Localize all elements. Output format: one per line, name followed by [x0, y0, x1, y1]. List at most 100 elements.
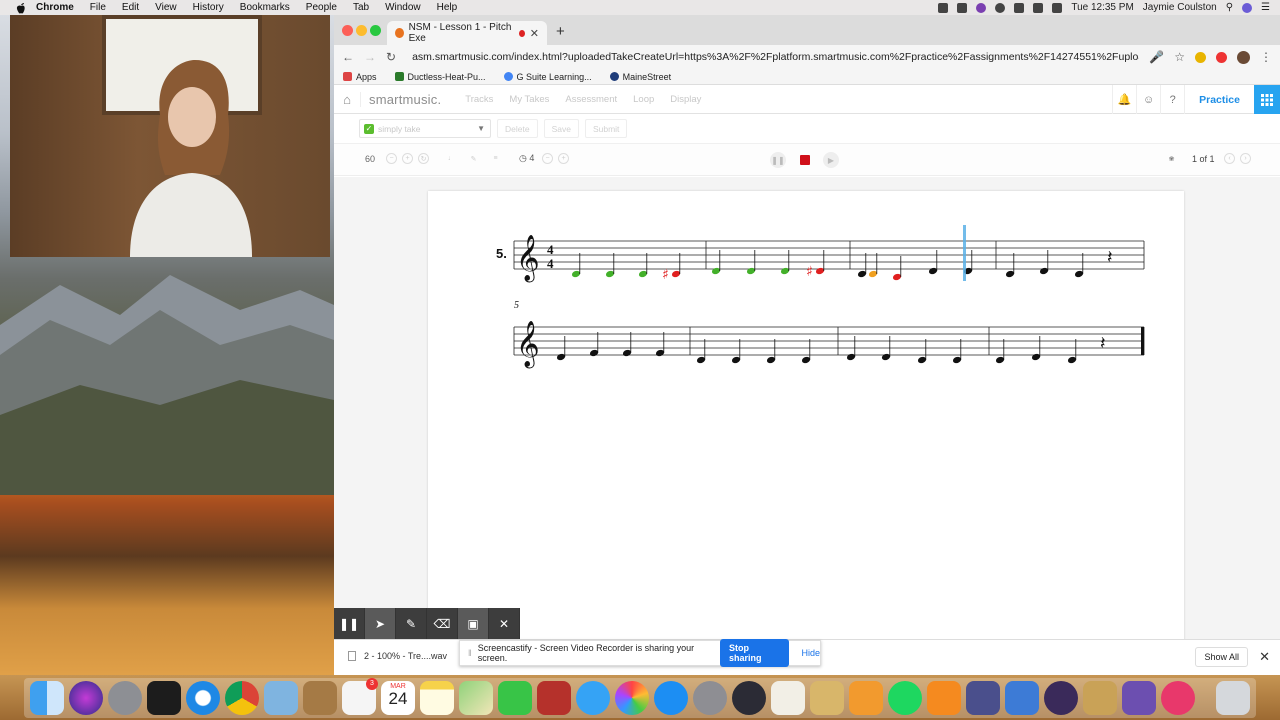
bookmark-gsuite[interactable]: G Suite Learning...: [503, 72, 592, 82]
home-icon[interactable]: ⌂: [334, 92, 360, 107]
bookmark-ductless[interactable]: Ductless-Heat-Pu...: [394, 72, 486, 82]
close-toolbar-icon[interactable]: ✕: [489, 608, 520, 639]
delete-button[interactable]: Delete: [497, 119, 538, 138]
count-increase-icon[interactable]: +: [558, 153, 569, 164]
launchpad-icon[interactable]: [108, 680, 142, 715]
ear-icon[interactable]: ❀: [1166, 153, 1177, 164]
maximize-window-icon[interactable]: [370, 25, 381, 36]
camera-icon[interactable]: [938, 2, 949, 13]
stop-record-button[interactable]: [800, 155, 810, 165]
tempo-decrease-icon[interactable]: −: [386, 153, 397, 164]
notes-book-icon[interactable]: [303, 680, 337, 715]
system-preferences-icon[interactable]: [693, 680, 727, 715]
count-in[interactable]: ◷ 4: [519, 153, 534, 164]
metronome-icon[interactable]: ♩: [446, 153, 457, 164]
hide-banner-button[interactable]: Hide: [801, 648, 820, 658]
extension-record-icon[interactable]: [1216, 51, 1227, 63]
garageband-icon[interactable]: [849, 680, 883, 715]
pen-tool-icon[interactable]: ✎: [396, 608, 427, 639]
menu-history[interactable]: History: [193, 2, 224, 13]
close-window-icon[interactable]: [342, 25, 353, 36]
microphone-icon[interactable]: 🎤: [1149, 50, 1164, 64]
count-decrease-icon[interactable]: −: [542, 153, 553, 164]
extension-icon[interactable]: [1195, 51, 1206, 63]
minimize-window-icon[interactable]: [356, 25, 367, 36]
notes-icon[interactable]: [420, 680, 454, 715]
menu-app-name[interactable]: Chrome: [36, 2, 74, 13]
reminders-icon[interactable]: 3: [342, 677, 378, 715]
tempo-increase-icon[interactable]: +: [402, 153, 413, 164]
facetime-icon[interactable]: [498, 680, 532, 715]
calendar-icon[interactable]: MAR 24: [381, 680, 415, 715]
back-icon[interactable]: ←: [342, 50, 354, 64]
palette-icon[interactable]: [771, 680, 805, 715]
forward-icon[interactable]: →: [364, 50, 376, 64]
menu-people[interactable]: People: [306, 2, 337, 13]
practice-button[interactable]: Practice: [1184, 85, 1254, 114]
siri-app-icon[interactable]: [69, 680, 103, 715]
save-button[interactable]: Save: [543, 119, 579, 138]
nav-tracks[interactable]: Tracks: [465, 94, 493, 105]
webcam-toggle-icon[interactable]: ▣: [458, 608, 489, 639]
download-item[interactable]: 2 - 100% - Tre....wav: [348, 651, 447, 661]
skip-forward-button[interactable]: ▶: [823, 152, 839, 168]
chrome-icon[interactable]: [225, 680, 259, 715]
take-select[interactable]: ✓ simply take ▼: [359, 119, 491, 138]
safari-icon[interactable]: [186, 680, 220, 715]
keyboard-app-icon[interactable]: [1005, 680, 1039, 715]
drag-handle-icon[interactable]: ‖: [468, 648, 472, 658]
guitar-app-icon[interactable]: [1083, 680, 1117, 715]
eraser-tool-icon[interactable]: ⌫: [427, 608, 458, 639]
help-icon[interactable]: ?: [1160, 85, 1184, 114]
apple-icon[interactable]: [14, 2, 28, 14]
tempo-value[interactable]: 60: [365, 154, 375, 164]
screencastify-icon[interactable]: [976, 2, 987, 13]
messages-icon[interactable]: [576, 680, 610, 715]
notification-center-icon[interactable]: ☰: [1261, 2, 1270, 13]
menu-help[interactable]: Help: [437, 2, 458, 13]
keynote-icon[interactable]: [810, 680, 844, 715]
nav-loop[interactable]: Loop: [633, 94, 654, 105]
cursor-tool-icon[interactable]: ➤: [365, 608, 396, 639]
notifications-bell-icon[interactable]: 🔔: [1112, 85, 1136, 114]
menu-clock[interactable]: Tue 12:35 PM: [1071, 2, 1133, 13]
itunes-icon[interactable]: [1161, 680, 1195, 715]
bluetooth-icon[interactable]: [1014, 2, 1025, 13]
nav-display[interactable]: Display: [670, 94, 701, 105]
settings-lines-icon[interactable]: ≡: [490, 153, 501, 164]
menu-window[interactable]: Window: [385, 2, 421, 13]
tempo-reset-icon[interactable]: ↻: [418, 153, 429, 164]
finder-icon[interactable]: [30, 680, 64, 715]
menu-view[interactable]: View: [155, 2, 177, 13]
app-store-icon[interactable]: [654, 680, 688, 715]
volume-icon[interactable]: [1052, 2, 1063, 13]
bookmark-apps[interactable]: Apps: [343, 72, 377, 82]
photos-icon[interactable]: [615, 680, 649, 715]
menu-edit[interactable]: Edit: [122, 2, 139, 13]
close-download-bar-icon[interactable]: ✕: [1259, 649, 1270, 665]
spotlight-icon[interactable]: ⚲: [1226, 2, 1233, 13]
wifi-icon[interactable]: [1033, 2, 1044, 13]
maps-icon[interactable]: [459, 680, 493, 715]
close-tab-icon[interactable]: ✕: [530, 27, 539, 40]
nav-my-takes[interactable]: My Takes: [509, 94, 549, 105]
creative-cloud-icon[interactable]: [995, 2, 1006, 13]
apps-grid-button[interactable]: [1254, 85, 1280, 114]
account-icon[interactable]: ☺: [1136, 85, 1160, 114]
menu-user-name[interactable]: Jaymie Coulston: [1143, 2, 1217, 13]
music-score[interactable]: 𝄞 44♯ ♯𝄽 𝄞 𝄽 5. 5: [428, 191, 1184, 631]
address-bar[interactable]: asm.smartmusic.com/index.html?uploadedTa…: [406, 51, 1139, 63]
photo-app-icon[interactable]: [537, 680, 571, 715]
imovie-icon[interactable]: [1122, 680, 1156, 715]
menu-file[interactable]: File: [90, 2, 106, 13]
spotify-icon[interactable]: [888, 680, 922, 715]
nav-assessment[interactable]: Assessment: [565, 94, 617, 105]
photo-booth-icon[interactable]: [147, 680, 181, 715]
menu-tab[interactable]: Tab: [353, 2, 369, 13]
next-page-icon[interactable]: ›: [1240, 153, 1251, 164]
submit-button[interactable]: Submit: [584, 119, 628, 138]
tuner-icon[interactable]: ✎: [468, 153, 479, 164]
preview-icon[interactable]: [264, 680, 298, 715]
siri-icon[interactable]: [1242, 2, 1253, 13]
pause-button[interactable]: ❚❚: [770, 152, 786, 168]
